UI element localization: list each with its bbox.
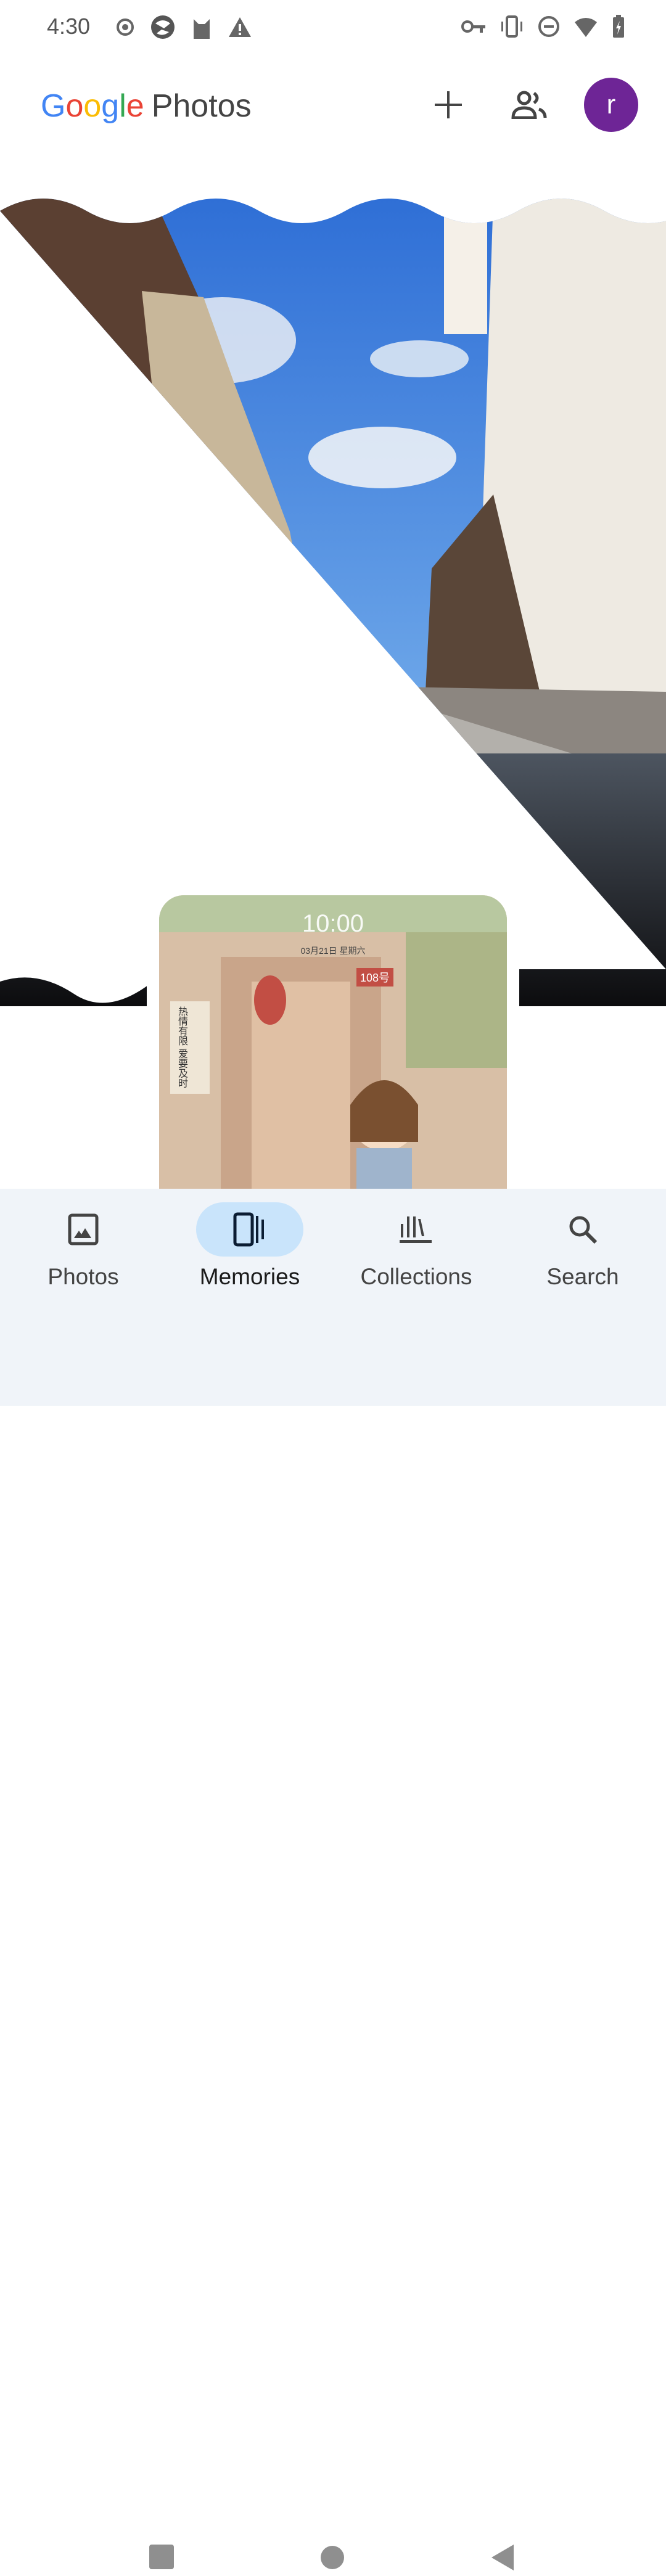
memory-count: 2 items — [133, 732, 202, 756]
do-not-disturb-icon — [538, 16, 559, 37]
next-memory-card[interactable]: 10:00 03月21日 星期六 108号 热情有限 爱要及时 — [147, 883, 519, 1204]
vpn-key-icon — [461, 20, 485, 33]
account-avatar[interactable]: r — [584, 78, 638, 132]
tab-label: Collections — [360, 1264, 472, 1289]
back-button[interactable] — [485, 2539, 522, 2576]
people-icon — [511, 91, 547, 119]
battery-charging-icon — [613, 15, 624, 38]
meta-separator: • — [115, 732, 123, 756]
plus-icon — [435, 91, 462, 118]
memory-date: Jun 14 — [42, 732, 105, 756]
home-button[interactable] — [314, 2539, 352, 2576]
status-time: 4:30 — [47, 14, 91, 39]
tab-label: Photos — [47, 1264, 119, 1289]
poster-text: 热情有限 爱要及时 — [176, 1006, 187, 1088]
google-wordmark: Google — [41, 88, 144, 124]
status-bar: 4:30 — [0, 0, 666, 55]
recents-button[interactable] — [144, 2539, 181, 2576]
square-icon — [149, 2545, 174, 2569]
memories-icon — [233, 1212, 264, 1247]
sharing-button[interactable] — [502, 78, 556, 132]
next-memory-thumbnail: 10:00 03月21日 星期六 108号 热情有限 爱要及时 — [159, 895, 507, 1204]
tab-label: Memories — [199, 1264, 300, 1289]
tab-collections[interactable]: Collections — [333, 1189, 500, 1312]
search-icon — [569, 1216, 598, 1244]
lockscreen-date: 03月21日 星期六 — [300, 946, 366, 956]
warning-icon — [229, 17, 251, 37]
photos-wordmark: Photos — [151, 88, 252, 124]
bottom-navigation: Photos Memories Collections Search — [0, 1189, 666, 2570]
wifi-icon — [575, 18, 597, 37]
tab-search[interactable]: Search — [500, 1189, 666, 1312]
record-icon — [117, 18, 134, 36]
memory-title[interactable]: background — [41, 772, 326, 832]
vibrate-icon — [501, 15, 522, 38]
memory-meta: Jun 14 • 2 items — [42, 732, 202, 757]
tab-photos[interactable]: Photos — [0, 1189, 166, 1312]
photo-icon — [68, 1213, 99, 1245]
app-icon — [151, 15, 175, 39]
circle-icon — [321, 2546, 344, 2569]
app-header: Google Photos r — [0, 74, 666, 136]
collections-icon — [400, 1216, 432, 1243]
cat-icon — [194, 19, 210, 39]
tab-memories[interactable]: Memories — [166, 1189, 333, 1312]
street-sign: 108号 — [356, 968, 394, 987]
google-photos-logo: Google Photos — [41, 88, 252, 125]
back-triangle-icon — [491, 2545, 514, 2570]
lockscreen-clock: 10:00 — [302, 910, 364, 937]
tab-label: Search — [546, 1264, 619, 1289]
add-button[interactable] — [421, 78, 475, 132]
